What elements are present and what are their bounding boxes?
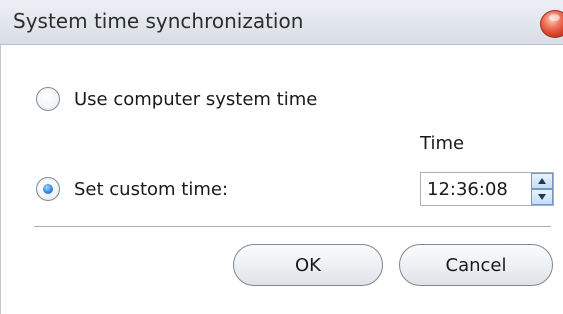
time-spinner[interactable] [531, 173, 553, 205]
radio-selected-dot [43, 184, 53, 194]
computer-time-radio[interactable] [36, 87, 60, 111]
computer-time-option[interactable]: Use computer system time [36, 87, 317, 111]
spin-up-button[interactable] [531, 173, 553, 189]
custom-time-label: Set custom time: [74, 178, 229, 200]
custom-time-option[interactable]: Set custom time: [36, 177, 228, 201]
title-bar[interactable]: System time synchronization [0, 0, 563, 45]
custom-time-radio[interactable] [36, 177, 60, 201]
time-input[interactable]: 12:36:08 [420, 172, 554, 206]
chevron-up-icon [538, 178, 546, 184]
separator [34, 226, 551, 227]
dialog-window: System time synchronization Use computer… [0, 0, 563, 314]
time-value[interactable]: 12:36:08 [421, 179, 531, 200]
spin-down-button[interactable] [531, 189, 553, 205]
close-icon[interactable] [540, 10, 563, 38]
chevron-down-icon [538, 194, 546, 200]
close-glint [549, 14, 560, 21]
time-label: Time [420, 133, 465, 154]
ok-button[interactable]: OK [233, 244, 383, 286]
cancel-button[interactable]: Cancel [399, 244, 553, 286]
computer-time-label: Use computer system time [74, 88, 318, 110]
window-title: System time synchronization [13, 9, 304, 33]
dialog-content: Use computer system time Time Set custom… [0, 45, 563, 314]
